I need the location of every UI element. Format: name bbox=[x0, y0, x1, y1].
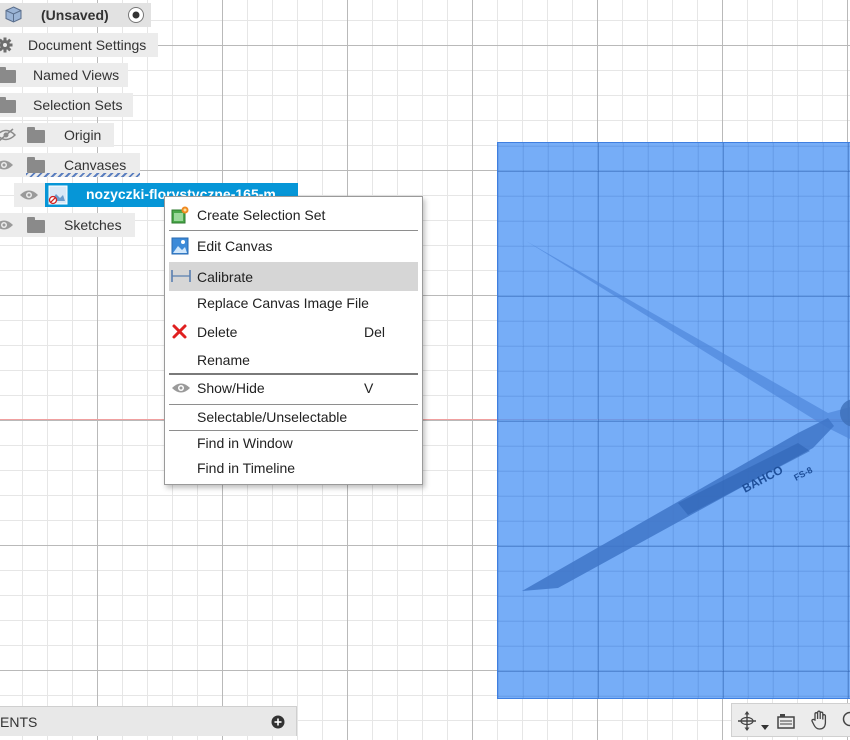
zoom-icon[interactable] bbox=[841, 711, 850, 732]
document-settings-label: Document Settings bbox=[28, 37, 147, 53]
camera-icon[interactable] bbox=[777, 713, 795, 732]
canvas-image-plane[interactable]: BAHCO FS-8 bbox=[497, 142, 850, 699]
browser-item-document-settings[interactable]: Document Settings bbox=[0, 33, 158, 57]
menu-item-delete[interactable]: Delete Del bbox=[169, 318, 418, 346]
menu-item-edit-canvas[interactable]: Edit Canvas bbox=[169, 232, 418, 260]
menu-item-create-selection-set[interactable]: Create Selection Set bbox=[169, 201, 418, 229]
pan-hand-icon[interactable] bbox=[810, 710, 830, 733]
edit-canvas-icon bbox=[171, 237, 189, 255]
menu-label: Find in Timeline bbox=[197, 460, 296, 476]
document-title: (Unsaved) bbox=[41, 7, 109, 23]
comments-label: ENTS bbox=[0, 713, 38, 730]
component-icon bbox=[5, 6, 22, 26]
menu-item-show-hide[interactable]: Show/Hide V bbox=[169, 374, 418, 402]
selection-set-icon bbox=[171, 206, 189, 224]
sketches-label: Sketches bbox=[64, 217, 122, 233]
folder-icon bbox=[0, 97, 16, 113]
origin-label: Origin bbox=[64, 127, 102, 143]
eye-icon bbox=[171, 379, 190, 397]
orbit-icon[interactable] bbox=[737, 711, 757, 734]
comments-panel-bar[interactable]: ENTS bbox=[0, 706, 297, 736]
navigation-toolbar bbox=[731, 703, 850, 737]
browser-item-named-views[interactable]: Named Views bbox=[0, 63, 128, 87]
eye-icon[interactable] bbox=[0, 218, 14, 232]
calibrate-icon bbox=[171, 267, 191, 285]
canvases-label: Canvases bbox=[64, 157, 127, 173]
menu-shortcut: V bbox=[364, 380, 374, 396]
menu-item-calibrate[interactable]: Calibrate bbox=[169, 262, 418, 291]
menu-label: Delete bbox=[197, 324, 238, 340]
menu-item-rename[interactable]: Rename bbox=[169, 346, 418, 374]
model-text: FS-8 bbox=[792, 465, 814, 483]
folder-icon bbox=[27, 157, 45, 173]
plus-circle-icon[interactable] bbox=[271, 715, 285, 732]
context-menu: Create Selection Set Edit Canvas Calibra… bbox=[164, 196, 423, 485]
browser-item-sketches[interactable]: Sketches bbox=[0, 213, 135, 237]
menu-shortcut: Del bbox=[364, 324, 386, 340]
chevron-down-icon[interactable] bbox=[761, 718, 769, 734]
folder-icon bbox=[27, 217, 45, 233]
browser-item-origin[interactable]: Origin bbox=[0, 123, 114, 147]
menu-item-find-in-window[interactable]: Find in Window bbox=[169, 429, 418, 457]
menu-label: Calibrate bbox=[197, 268, 254, 285]
menu-label: Replace Canvas Image File bbox=[197, 295, 369, 311]
folder-icon bbox=[0, 67, 16, 83]
scissors-image: BAHCO FS-8 bbox=[522, 241, 850, 591]
menu-label: Rename bbox=[197, 352, 250, 368]
menu-label: Find in Window bbox=[197, 435, 293, 451]
eye-slash-icon[interactable] bbox=[0, 128, 16, 142]
menu-label: Selectable/Unselectable bbox=[197, 409, 348, 425]
named-views-label: Named Views bbox=[33, 67, 120, 83]
menu-label: Edit Canvas bbox=[197, 238, 273, 254]
selection-sets-label: Selection Sets bbox=[33, 97, 123, 113]
folder-icon bbox=[27, 127, 45, 143]
browser-item-selection-sets[interactable]: Selection Sets bbox=[0, 93, 133, 117]
gear-icon bbox=[0, 37, 13, 53]
menu-item-find-in-timeline[interactable]: Find in Timeline bbox=[169, 454, 418, 482]
menu-separator bbox=[169, 230, 418, 231]
menu-label: Create Selection Set bbox=[197, 207, 326, 223]
drop-target-indicator bbox=[26, 173, 140, 177]
browser-document-row[interactable]: (Unsaved) bbox=[0, 3, 151, 27]
eye-icon[interactable] bbox=[0, 158, 14, 172]
menu-item-selectable-unselectable[interactable]: Selectable/Unselectable bbox=[169, 403, 418, 431]
delete-x-icon bbox=[171, 323, 189, 341]
menu-item-replace-canvas-image-file[interactable]: Replace Canvas Image File bbox=[169, 289, 418, 317]
activate-radio-icon[interactable] bbox=[127, 6, 145, 27]
menu-label: Show/Hide bbox=[197, 380, 265, 396]
canvas-image-icon bbox=[48, 185, 68, 208]
eye-icon[interactable] bbox=[19, 188, 39, 202]
